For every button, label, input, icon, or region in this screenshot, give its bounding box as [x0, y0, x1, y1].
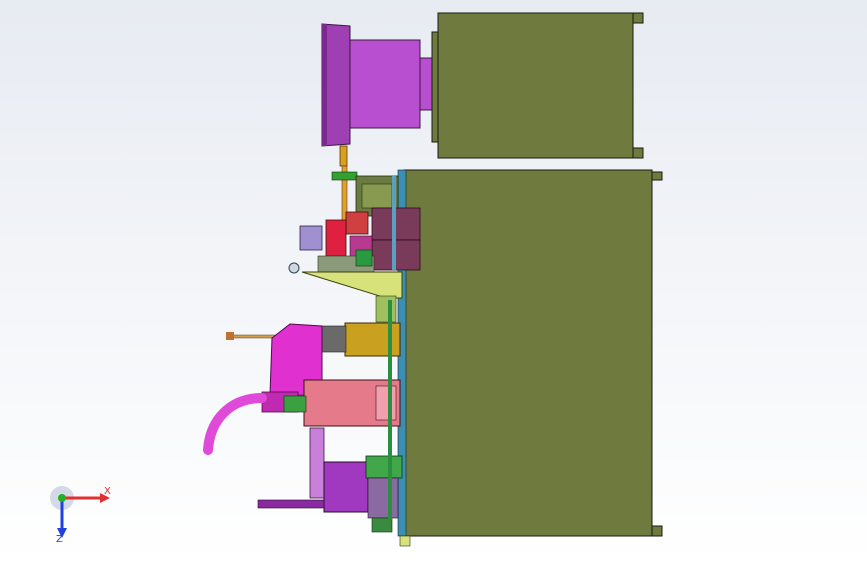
y-axis-dot — [58, 494, 66, 502]
upper-rotary-unit[interactable] — [321, 23, 433, 147]
wedge-bracket[interactable] — [301, 271, 403, 323]
x-axis-label: X — [104, 486, 111, 497]
assembly-model[interactable] — [0, 0, 867, 562]
cad-viewport[interactable]: X Z — [0, 0, 867, 562]
main-cabinet[interactable] — [397, 169, 663, 537]
axis-triad: X Z — [40, 478, 120, 548]
z-axis-label: Z — [56, 534, 63, 545]
upper-cabinet[interactable] — [431, 12, 644, 159]
lower-motor-unit[interactable] — [257, 427, 411, 547]
